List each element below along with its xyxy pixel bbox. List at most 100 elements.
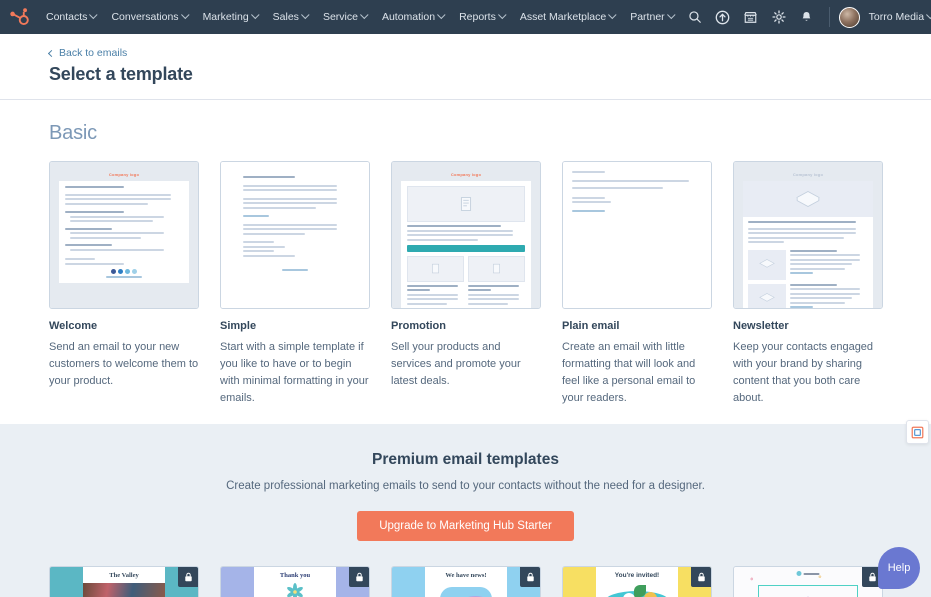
template-description: Start with a simple template if you like… bbox=[220, 341, 369, 405]
nav-item-reports[interactable]: Reports bbox=[452, 5, 513, 29]
premium-center-panel: We have news! bbox=[425, 567, 507, 597]
nav-item-label: Conversations bbox=[111, 11, 179, 23]
preview-line bbox=[243, 215, 269, 217]
preview-line bbox=[70, 236, 141, 239]
lock-icon bbox=[178, 567, 198, 588]
preview-company-logo: Company logo bbox=[792, 172, 824, 177]
nav-item-partner[interactable]: Partner bbox=[623, 5, 681, 29]
social-icon bbox=[118, 268, 123, 274]
preview-line bbox=[790, 283, 837, 286]
basic-templates-section: Basic Company logo Welcome Send an email… bbox=[0, 100, 931, 408]
chevron-down-icon bbox=[250, 10, 260, 20]
help-button[interactable]: Help bbox=[878, 547, 920, 589]
premium-center-panel: The Valley bbox=[83, 567, 165, 597]
nav-item-automation[interactable]: Automation bbox=[375, 5, 452, 29]
premium-section-title: Premium email templates bbox=[372, 451, 559, 469]
preview-line bbox=[243, 232, 306, 235]
preview-line bbox=[572, 187, 663, 189]
preview-line bbox=[243, 206, 316, 209]
preview-body bbox=[401, 181, 531, 308]
page-title: Select a template bbox=[49, 64, 193, 84]
premium-template-card-thank-you[interactable]: Thank you bbox=[220, 566, 370, 597]
template-description: Create an email with little formatting t… bbox=[562, 341, 696, 405]
preview-line bbox=[243, 245, 285, 248]
marketplace-icon[interactable] bbox=[738, 4, 764, 30]
template-thumbnail-promotion[interactable]: Company logo bbox=[391, 161, 541, 309]
nav-item-asset-marketplace[interactable]: Asset Marketplace bbox=[513, 5, 623, 29]
premium-template-card-we-have-news[interactable]: We have news! bbox=[391, 566, 541, 597]
template-card-simple[interactable]: Simple Start with a simple template if y… bbox=[220, 161, 370, 407]
premium-template-card-birthday[interactable] bbox=[733, 566, 883, 597]
preview-image-placeholder bbox=[748, 249, 786, 280]
chevron-down-icon bbox=[666, 10, 676, 20]
premium-preview-image bbox=[425, 583, 507, 597]
nav-item-sales[interactable]: Sales bbox=[266, 5, 316, 29]
preview-line bbox=[790, 254, 861, 256]
premium-preview-image bbox=[596, 583, 678, 597]
thumbnail-canvas: Company logo bbox=[392, 162, 540, 308]
preview-line bbox=[65, 227, 113, 230]
premium-template-card-the-valley[interactable]: The Valley bbox=[49, 566, 199, 597]
premium-preview-frame bbox=[757, 584, 859, 597]
template-thumbnail-welcome[interactable]: Company logo bbox=[49, 161, 199, 309]
nav-item-label: Asset Marketplace bbox=[519, 11, 607, 23]
template-description: Keep your contacts engaged with your bra… bbox=[733, 341, 874, 405]
top-navigation-bar: Contacts Conversations Marketing Sales S… bbox=[0, 0, 931, 34]
preview-line bbox=[468, 284, 520, 287]
back-link-label: Back to emails bbox=[59, 47, 128, 59]
template-card-plain-email[interactable]: Plain email Create an email with little … bbox=[562, 161, 712, 407]
preview-line bbox=[65, 202, 148, 205]
nav-item-label: Marketing bbox=[202, 11, 249, 23]
premium-template-card-youre-invited[interactable]: You're invited! bbox=[562, 566, 712, 597]
preview-line bbox=[407, 284, 459, 287]
avatar[interactable] bbox=[838, 6, 860, 28]
template-thumbnail-newsletter[interactable]: Company logo bbox=[733, 161, 883, 309]
basic-template-grid: Company logo Welcome Send an email to yo… bbox=[49, 161, 931, 407]
preview-line bbox=[748, 221, 856, 223]
premium-side-panel bbox=[221, 567, 254, 597]
preview-line bbox=[572, 209, 605, 212]
social-icon bbox=[125, 268, 130, 274]
premium-template-label: We have news! bbox=[445, 572, 487, 580]
search-icon[interactable] bbox=[682, 4, 708, 30]
upgrade-arrow-icon[interactable] bbox=[710, 4, 736, 30]
preview-line bbox=[572, 179, 689, 182]
preview-line bbox=[748, 232, 856, 234]
nav-item-contacts[interactable]: Contacts bbox=[39, 5, 104, 29]
thumbnail-canvas bbox=[563, 162, 711, 308]
preview-line bbox=[790, 301, 845, 304]
template-card-newsletter[interactable]: Company logo Newsletter Keep your contac… bbox=[733, 161, 883, 407]
template-card-welcome[interactable]: Company logo Welcome Send an email to yo… bbox=[49, 161, 199, 407]
template-thumbnail-plain-email[interactable] bbox=[562, 161, 712, 309]
nav-item-label: Automation bbox=[381, 11, 436, 23]
chevron-down-icon bbox=[360, 10, 369, 20]
preview-line bbox=[790, 258, 861, 261]
preview-line bbox=[572, 201, 611, 203]
preview-line bbox=[243, 250, 275, 252]
template-thumbnail-simple[interactable] bbox=[220, 161, 370, 309]
gear-icon[interactable] bbox=[766, 4, 792, 30]
preview-line bbox=[407, 302, 447, 305]
preview-line bbox=[243, 223, 337, 226]
preview-line bbox=[407, 225, 502, 227]
premium-template-grid: The Valley Thank you We have news! You'r… bbox=[0, 541, 931, 597]
chevron-down-icon bbox=[608, 10, 617, 20]
nav-item-marketing[interactable]: Marketing bbox=[196, 5, 266, 29]
back-to-emails-link[interactable]: Back to emails bbox=[47, 47, 931, 59]
preview-line bbox=[572, 196, 605, 199]
preview-image-placeholder bbox=[748, 283, 786, 308]
preview-image-placeholder bbox=[468, 255, 525, 282]
preview-line bbox=[65, 244, 113, 246]
upgrade-button[interactable]: Upgrade to Marketing Hub Starter bbox=[357, 511, 574, 542]
nav-item-conversations[interactable]: Conversations bbox=[104, 5, 195, 29]
flower-icon bbox=[287, 583, 303, 597]
side-panel-toggle[interactable] bbox=[906, 420, 929, 444]
notifications-bell-icon[interactable] bbox=[794, 4, 820, 30]
hubspot-sprocket-icon[interactable] bbox=[8, 6, 30, 28]
social-icon bbox=[111, 268, 116, 274]
account-menu[interactable]: Torro Media bbox=[869, 10, 931, 23]
preview-line bbox=[243, 176, 295, 178]
preview-line bbox=[65, 211, 124, 213]
nav-item-service[interactable]: Service bbox=[316, 5, 375, 29]
template-card-promotion[interactable]: Company logo Promotion Sell your product… bbox=[391, 161, 541, 407]
